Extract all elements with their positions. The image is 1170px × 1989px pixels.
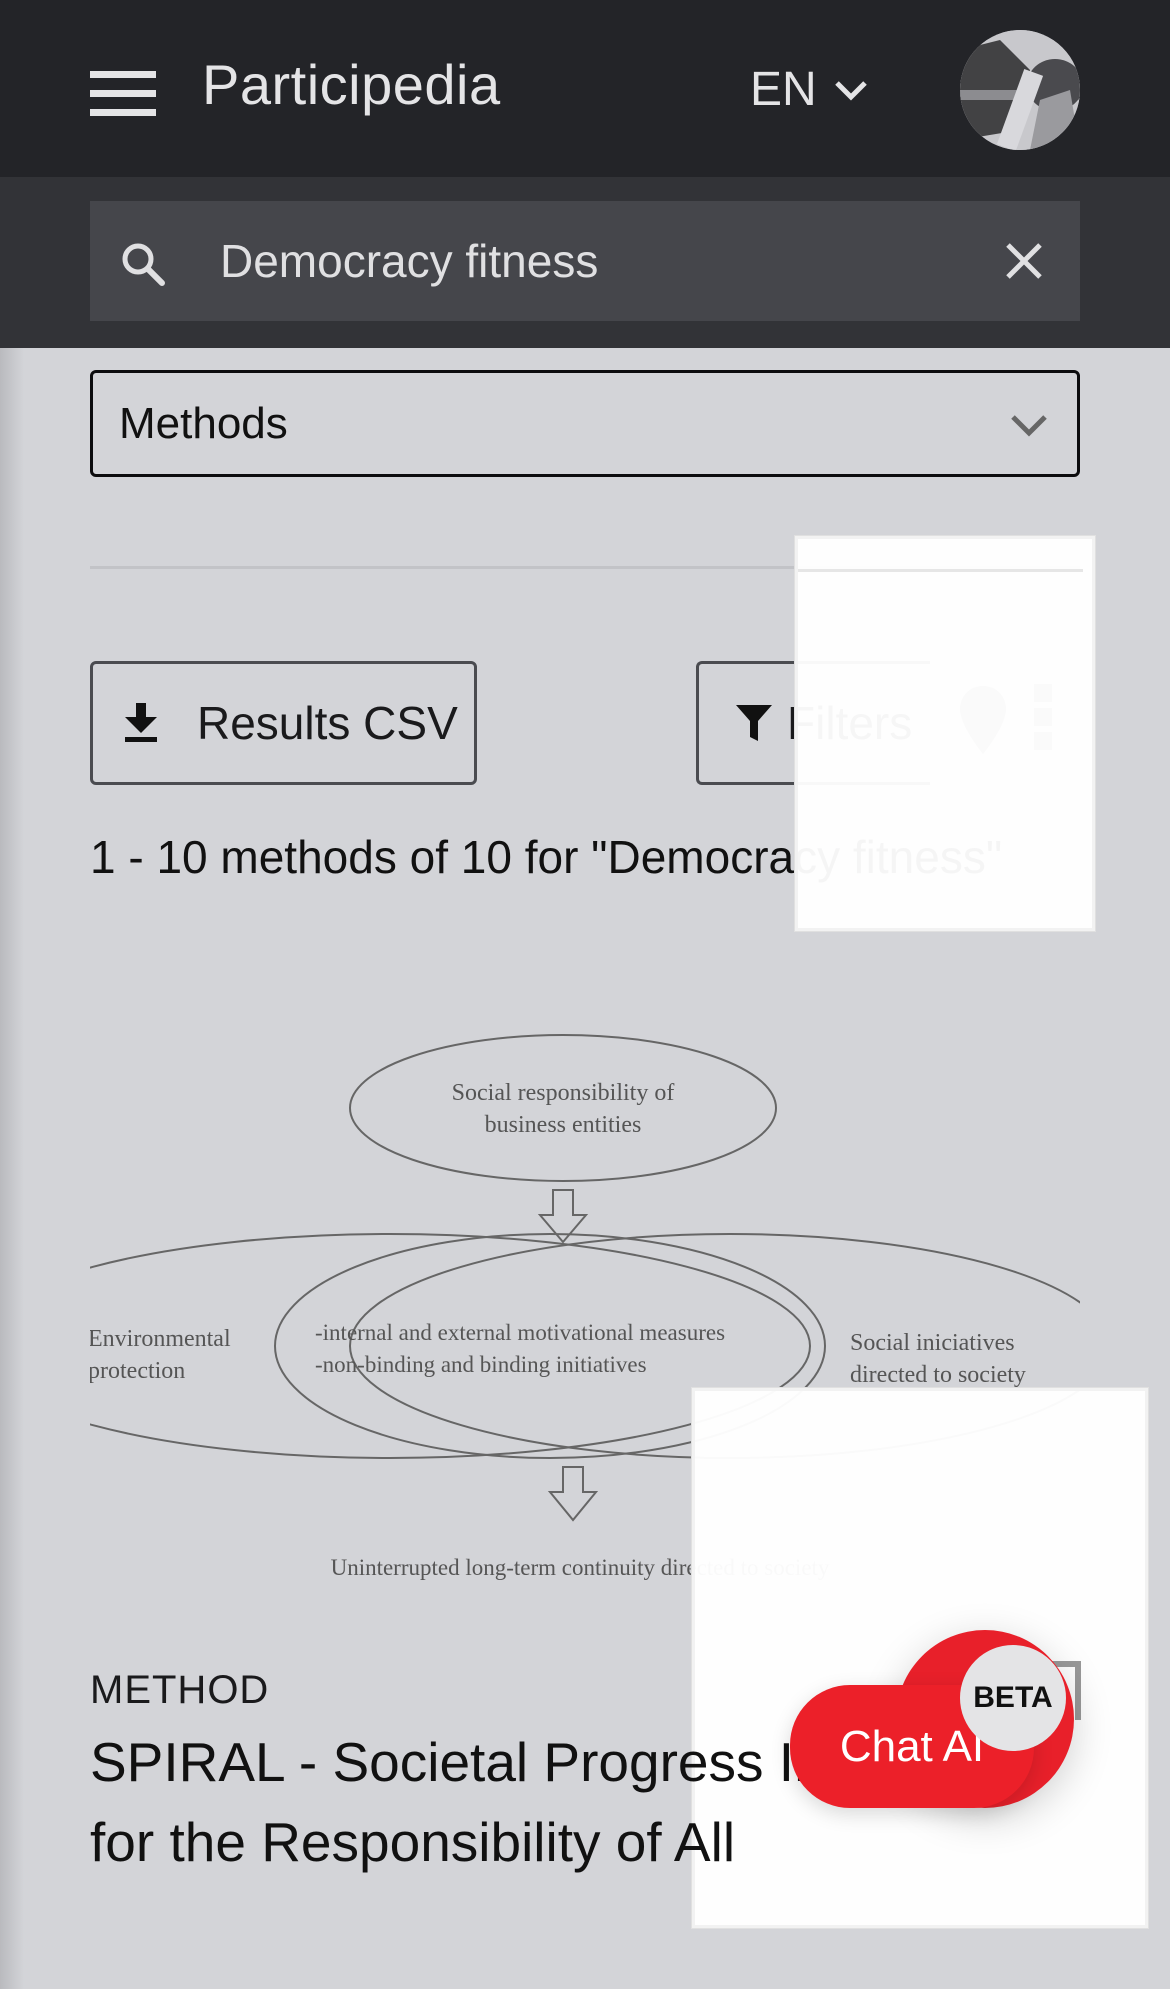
user-avatar[interactable] (960, 30, 1080, 150)
section-divider (90, 566, 1080, 569)
results-csv-button[interactable]: Results CSV (90, 661, 477, 785)
page-edge-shadow (0, 348, 24, 1989)
content-type-selected: Methods (119, 399, 288, 448)
method-type-label: METHOD (90, 1668, 270, 1712)
download-icon (125, 703, 157, 742)
results-csv-label: Results CSV (197, 697, 458, 749)
language-label: EN (750, 63, 817, 116)
content-type-select[interactable]: Methods (90, 370, 1080, 477)
search-box (90, 201, 1080, 321)
search-icon[interactable] (118, 239, 168, 289)
method-thumbnail-diagram[interactable]: Social responsibility of business entiti… (0, 1030, 1111, 1590)
diagram-top-line2: business entities (485, 1112, 642, 1138)
top-navigation-bar: Participedia EN (0, 0, 1170, 177)
diagram-arrow-bottom (547, 1466, 599, 1522)
search-input[interactable] (220, 229, 980, 293)
diagram-top-ellipse (349, 1034, 777, 1182)
language-selector[interactable]: EN (750, 62, 869, 117)
map-pin-icon[interactable] (958, 684, 1008, 756)
diagram-bottom-text: Uninterrupted long-term continuity direc… (331, 1555, 830, 1580)
diagram-center-line1: -internal and external motivational meas… (315, 1320, 725, 1345)
diagram-top-line1: Social responsibility of (452, 1080, 675, 1106)
diagram-left-line1: Environmental (90, 1326, 231, 1352)
site-logo[interactable]: Participedia (202, 52, 501, 117)
more-vertical-icon[interactable] (1034, 684, 1052, 752)
diagram-left-line2: protection (90, 1358, 185, 1384)
diagram-right-line1: Social iniciatives (850, 1330, 1015, 1356)
diagram-center-ellipse (274, 1233, 826, 1459)
chevron-down-icon (834, 80, 867, 101)
search-bar-container (0, 177, 1170, 348)
filters-button[interactable]: Filters (696, 661, 930, 785)
diagram-svg: Social responsibility of business entiti… (0, 1034, 1111, 1580)
beta-badge: BETA (960, 1645, 1066, 1751)
avatar-photo (960, 30, 1080, 150)
diagram-center-line2: -non-binding and binding initiatives (315, 1352, 647, 1377)
filter-icon (736, 705, 772, 741)
results-summary: 1 - 10 methods of 10 for "Democracy fitn… (90, 831, 1003, 883)
hamburger-menu-icon[interactable] (90, 71, 156, 116)
filters-label: Filters (787, 697, 913, 749)
close-icon[interactable] (1002, 239, 1046, 283)
diagram-right-line2: directed to society (850, 1362, 1026, 1388)
chevron-down-icon (1011, 415, 1047, 437)
